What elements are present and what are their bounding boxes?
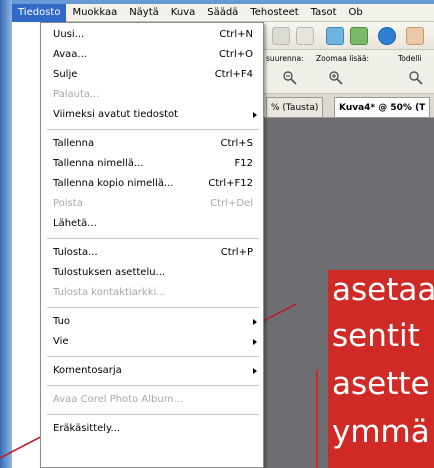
slide-text-line: sentit <box>332 318 420 354</box>
menu-item-shortcut: Ctrl+F12 <box>208 178 253 189</box>
menu-item-label: Palauta... <box>53 89 100 100</box>
photo-icon[interactable] <box>326 27 344 45</box>
menu-item-tulosta-kontaktiarkki: Tulosta kontaktiarkki... <box>41 283 263 303</box>
menu-item-label: Poista <box>53 198 83 209</box>
menu-item-label: Tallenna kopio nimellä... <box>53 178 174 189</box>
zoom-in-label: Zoomaa lisää: <box>316 54 369 63</box>
menu-item-tallenna[interactable]: Tallenna Ctrl+S <box>41 134 263 154</box>
menu-item-shortcut: Ctrl+F4 <box>214 69 253 80</box>
submenu-arrow-icon <box>253 112 257 118</box>
menu-item-tulostuksen-asettelu[interactable]: Tulostuksen asettelu... <box>41 263 263 283</box>
zoom-out-label: suurenna: <box>266 54 304 63</box>
menu-file[interactable]: Tiedosto <box>12 3 67 22</box>
menu-effects[interactable]: Tehosteet <box>244 4 304 22</box>
menu-item-label: Viimeksi avatut tiedostot <box>53 109 179 120</box>
menu-item-tuo[interactable]: Tuo <box>41 312 263 332</box>
menu-item-label: Lähetä... <box>53 218 97 229</box>
menu-item-label: Uusi... <box>53 29 85 40</box>
slide-text-line: asette <box>332 366 430 402</box>
menu-adjust[interactable]: Säädä <box>201 4 244 22</box>
tab-kuva4[interactable]: Kuva4* @ 50% (T <box>334 97 431 117</box>
menu-item-label: Tulosta... <box>53 247 98 258</box>
zoom-out-icon[interactable] <box>282 70 298 86</box>
submenu-arrow-icon <box>253 368 257 374</box>
zoom-in-icon[interactable] <box>328 70 344 86</box>
slide-text-line: ymmä <box>332 414 430 450</box>
menu-item-shortcut: F12 <box>234 158 253 169</box>
toolbar-button-icon[interactable] <box>272 27 290 45</box>
menu-item-shortcut: Ctrl+Del <box>210 198 253 209</box>
menu-item-label: Tulostuksen asettelu... <box>53 267 166 278</box>
menu-separator <box>47 356 259 357</box>
menu-item-label: Vie <box>53 336 69 347</box>
document-tabs: % (Tausta) Kuva4* @ 50% (T <box>264 94 434 118</box>
menu-layers[interactable]: Tasot <box>305 4 343 22</box>
menu-item-label: Eräkäsittely... <box>53 423 121 434</box>
info-icon[interactable] <box>378 27 396 45</box>
menu-item-tulosta[interactable]: Tulosta... Ctrl+P <box>41 243 263 263</box>
menu-item-label: Tulosta kontaktiarkki... <box>53 287 166 298</box>
tab-background-image[interactable]: % (Tausta) <box>266 97 324 117</box>
menu-item-label: Avaa... <box>53 49 87 60</box>
menu-item-tallenna-nimellä[interactable]: Tallenna nimellä... F12 <box>41 154 263 174</box>
menu-objects[interactable]: Ob <box>343 4 369 22</box>
menu-item-shortcut: Ctrl+S <box>220 138 253 149</box>
menu-item-sulje[interactable]: Sulje Ctrl+F4 <box>41 65 263 85</box>
menu-item-shortcut: Ctrl+N <box>219 29 253 40</box>
menu-separator <box>47 129 259 130</box>
new-window-icon[interactable] <box>296 27 314 45</box>
menu-item-tallenna-kopio-nimellä[interactable]: Tallenna kopio nimellä... Ctrl+F12 <box>41 174 263 194</box>
menu-item-label: Avaa Corel Photo Album... <box>53 394 183 405</box>
menu-item-komentosarja[interactable]: Komentosarja <box>41 361 263 381</box>
slide-accent-bar <box>316 370 318 468</box>
menu-item-label: Sulje <box>53 69 78 80</box>
menu-item-viimeksi-avatut-tiedostot[interactable]: Viimeksi avatut tiedostot <box>41 105 263 125</box>
standard-toolbar <box>264 22 434 50</box>
menu-image[interactable]: Kuva <box>165 4 201 22</box>
menu-item-lähetä[interactable]: Lähetä... <box>41 214 263 234</box>
actual-size-icon[interactable] <box>408 70 424 86</box>
slide-text-block: asetaa sentit asette ymmä <box>328 270 434 468</box>
menu-separator <box>47 307 259 308</box>
window-frame-left <box>0 0 12 468</box>
menu-view[interactable]: Näytä <box>123 4 165 22</box>
menu-item-palauta: Palauta... <box>41 85 263 105</box>
menu-item-shortcut: Ctrl+O <box>218 49 253 60</box>
layers-icon[interactable] <box>350 27 368 45</box>
menu-separator <box>47 385 259 386</box>
menu-item-shortcut: Ctrl+P <box>220 247 253 258</box>
menu-bar: Tiedosto Muokkaa Näytä Kuva Säädä Tehost… <box>12 3 434 22</box>
menu-item-avaa[interactable]: Avaa... Ctrl+O <box>41 45 263 65</box>
menu-item-vie[interactable]: Vie <box>41 332 263 352</box>
menu-item-uusi[interactable]: Uusi... Ctrl+N <box>41 25 263 45</box>
menu-item-poista: Poista Ctrl+Del <box>41 194 263 214</box>
file-dropdown-menu: Uusi... Ctrl+N Avaa... Ctrl+O Sulje Ctrl+F4 Pa… <box>40 22 264 468</box>
submenu-arrow-icon <box>253 339 257 345</box>
menu-separator <box>47 238 259 239</box>
menu-item-label: Tallenna nimellä... <box>53 158 144 169</box>
tool-options-bar: suurenna: Zoomaa lisää: Todelli <box>264 50 434 94</box>
menu-edit[interactable]: Muokkaa <box>66 4 123 22</box>
menu-item-label: Tallenna <box>53 138 95 149</box>
menu-item-label: Tuo <box>53 316 71 327</box>
submenu-arrow-icon <box>253 319 257 325</box>
menu-item-eräkäsittely[interactable]: Eräkäsittely... <box>41 419 263 439</box>
menu-separator <box>47 414 259 415</box>
menu-item-avaa-corel-photo-album: Avaa Corel Photo Album... <box>41 390 263 410</box>
menu-item-label: Komentosarja <box>53 365 122 376</box>
actual-size-label: Todelli <box>398 54 422 63</box>
slide-text-line: asetaa <box>332 272 434 308</box>
brush-icon[interactable] <box>406 27 424 45</box>
